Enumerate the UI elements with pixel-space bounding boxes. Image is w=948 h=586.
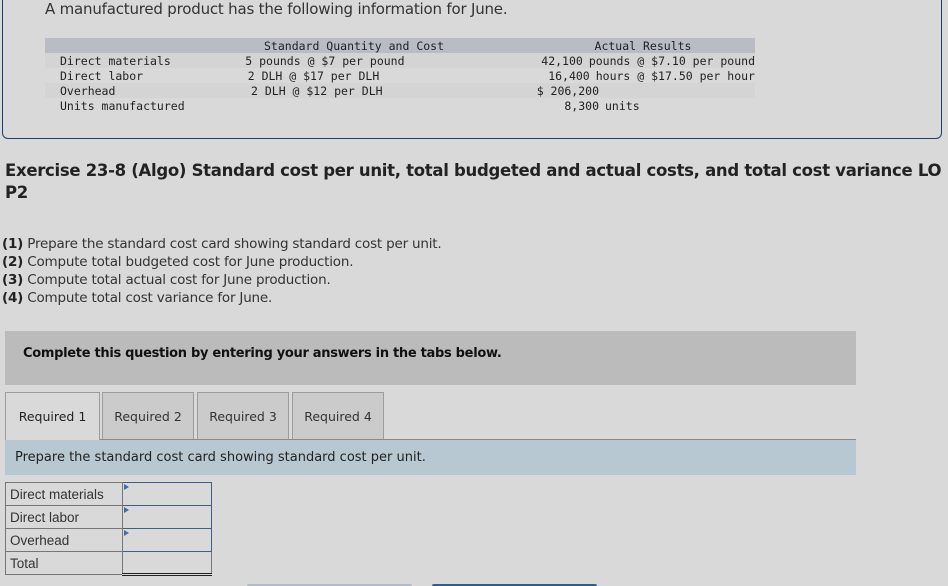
tab-panel-instruction: Prepare the standard cost card showing s…	[15, 450, 426, 465]
direct-materials-input[interactable]	[123, 483, 211, 505]
requirement-item: (4) Compute total cost variance for June…	[2, 290, 273, 306]
row-label: Direct materials	[60, 53, 171, 68]
cost-card-row: Direct materials	[5, 482, 212, 506]
direct-materials-cell	[122, 482, 212, 506]
exercise-title: Exercise 23-8 (Algo) Standard cost per u…	[5, 161, 942, 202]
direct-labor-input[interactable]	[123, 506, 211, 528]
row-actual-amount: 42,100	[541, 53, 583, 68]
product-info-table: Standard Quantity and Cost Actual Result…	[45, 38, 755, 113]
input-flag-icon	[124, 507, 129, 513]
intro-text: A manufactured product has the following…	[45, 0, 508, 18]
row-actual-detail: units	[605, 98, 640, 113]
standard-cost-card: Direct materials Direct labor Overhead T…	[5, 482, 212, 576]
cost-card-row: Overhead	[5, 528, 212, 552]
instructions-text: Complete this question by entering your …	[23, 346, 502, 361]
table-row: Overhead 2 DLH @ $12 per DLH $ 206,200	[45, 83, 755, 98]
row-label: Overhead	[60, 83, 116, 98]
total-value	[122, 551, 212, 576]
input-flag-icon	[124, 484, 129, 490]
direct-labor-cell	[122, 505, 212, 529]
instructions-bar: Complete this question by entering your …	[5, 331, 856, 385]
row-actual-amount: 8,300	[564, 98, 599, 113]
row-actual-detail: hours @ $17.50 per hour	[595, 68, 755, 83]
cost-label: Direct materials	[5, 482, 123, 506]
tab-bar: Required 1 Required 2 Required 3 Require…	[5, 392, 856, 440]
requirements-list: (1) Prepare the standard cost card showi…	[2, 235, 442, 307]
table-row: Units manufactured 8,300 units	[45, 98, 755, 113]
row-standard: 5 pounds @ $7 per pound	[245, 53, 405, 68]
header-standard: Standard Quantity and Cost	[264, 38, 445, 53]
requirement-item: (1) Prepare the standard cost card showi…	[2, 236, 442, 252]
requirement-item: (3) Compute total actual cost for June p…	[2, 272, 331, 288]
row-actual-detail: pounds @ $7.10 per pound	[588, 53, 755, 68]
cost-label: Overhead	[5, 528, 123, 552]
tab-required-1[interactable]: Required 1	[5, 392, 100, 440]
table-header-row: Standard Quantity and Cost Actual Result…	[45, 38, 755, 53]
overhead-input[interactable]	[123, 529, 211, 551]
row-standard: 2 DLH @ $12 per DLH	[251, 83, 383, 98]
overhead-cell	[122, 528, 212, 552]
tab-required-2[interactable]: Required 2	[102, 392, 194, 439]
cost-card-row: Total	[5, 551, 212, 576]
tab-required-4[interactable]: Required 4	[292, 392, 384, 439]
tab-panel-header: Prepare the standard cost card showing s…	[5, 440, 856, 475]
table-row: Direct labor 2 DLH @ $17 per DLH 16,400 …	[45, 68, 755, 83]
cost-label: Total	[5, 551, 123, 575]
input-flag-icon	[124, 530, 129, 536]
cost-label: Direct labor	[5, 505, 123, 529]
row-standard: 2 DLH @ $17 per DLH	[247, 68, 380, 83]
requirement-item: (2) Compute total budgeted cost for June…	[2, 254, 354, 270]
row-label: Direct labor	[60, 68, 144, 83]
table-row: Direct materials 5 pounds @ $7 per pound…	[45, 53, 755, 68]
row-actual-amount: $ 206,200	[536, 83, 599, 98]
header-actual: Actual Results	[594, 38, 692, 53]
row-label: Units manufactured	[60, 98, 185, 113]
cost-card-row: Direct labor	[5, 505, 212, 529]
row-actual-amount: 16,400	[548, 68, 590, 83]
tab-required-3[interactable]: Required 3	[197, 392, 289, 439]
